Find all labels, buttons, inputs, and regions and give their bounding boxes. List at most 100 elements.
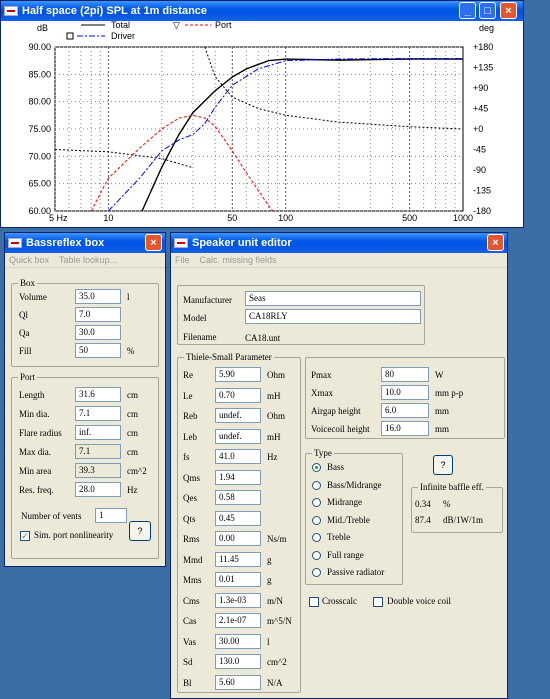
maximize-icon[interactable]: □ [479, 2, 496, 19]
qa-input[interactable]: 30.0 [75, 325, 121, 340]
fs-input[interactable]: 41.0 [215, 449, 261, 464]
box-group-title: Box [18, 278, 38, 288]
fill-input[interactable]: 50 [75, 343, 121, 358]
vas-input[interactable]: 30.00 [215, 633, 261, 649]
y-tick-label: 90.00 [28, 42, 51, 52]
type-radio-midrange[interactable] [312, 498, 321, 507]
manufacturer-label: Manufacturer [183, 295, 232, 305]
cas-input[interactable]: 2.1e-07 [215, 613, 261, 628]
model-input[interactable]: CA18RLY [245, 309, 421, 324]
type-label-bass-midrange: Bass/Midrange [327, 479, 382, 490]
le-input[interactable]: 0.70 [215, 387, 261, 403]
close-icon[interactable]: × [487, 234, 504, 251]
vas-label: Vas [183, 636, 196, 647]
bassreflex-titlebar[interactable]: Bassreflex box × [5, 233, 165, 253]
cms-input[interactable]: 1.3e-03 [215, 592, 261, 608]
speaker-help-button[interactable]: ? [433, 455, 453, 475]
type-label-passive-radiator: Passive radiator [327, 567, 385, 577]
rms-input[interactable]: 0.00 [215, 531, 261, 546]
speaker-title: Speaker unit editor [192, 237, 292, 249]
minimize-icon[interactable]: _ [459, 2, 476, 19]
type-label-mid-treble: Mid./Treble [327, 514, 370, 525]
airgap-height-input[interactable]: 6.0 [381, 403, 429, 418]
menu-file[interactable]: File [175, 255, 190, 265]
close-icon[interactable]: × [145, 234, 162, 251]
type-radio-passive-radiator[interactable] [312, 568, 321, 577]
min-dia-input[interactable]: 7.1 [75, 406, 121, 421]
fill-label: Fill [19, 346, 32, 356]
res-freq-input[interactable]: 28.0 [75, 482, 121, 497]
type-radio-treble[interactable] [312, 533, 321, 542]
length-input[interactable]: 31.6 [75, 387, 121, 402]
ql-input[interactable]: 7.0 [75, 307, 121, 322]
model-label: Model [183, 313, 207, 323]
qms-input[interactable]: 1.94 [215, 469, 261, 485]
min-area-input[interactable]: 39.3 [75, 463, 121, 478]
y2-tick-label: +180 [473, 42, 493, 52]
cas-unit: m^5/N [267, 616, 292, 626]
mmd-input[interactable]: 11.45 [215, 551, 261, 567]
app-icon [8, 238, 22, 248]
mmd-label: Mmd [183, 554, 203, 565]
re-label: Re [183, 370, 193, 380]
right-unit-label: deg [479, 23, 494, 33]
min-area-label: Min area [19, 466, 52, 476]
baffle-group-title: Infinite baffle eff. [418, 482, 486, 492]
y-tick-label: 65.00 [28, 179, 51, 189]
pmax-label: Pmax [311, 370, 332, 380]
legend-driver-label: Driver [111, 31, 135, 41]
qes-input[interactable]: 0.58 [215, 490, 261, 505]
voicecoil-height-label: Voicecoil height [311, 424, 370, 434]
type-radio-mid-treble[interactable] [312, 515, 321, 525]
menu-calc-missing[interactable]: Calc. missing fields [200, 255, 277, 265]
fs-label: fs [183, 452, 190, 462]
le-unit: mH [267, 390, 281, 401]
chart-titlebar[interactable]: Half space (2pi) SPL at 1m distance _ □ … [1, 1, 523, 21]
sd-input[interactable]: 130.0 [215, 654, 261, 669]
sd-label: Sd [183, 657, 193, 667]
fs-unit: Hz [267, 452, 278, 462]
fill-unit: % [127, 346, 135, 356]
min-area-unit: cm^2 [127, 466, 147, 476]
left-unit-label: dB [37, 23, 48, 33]
speaker-menubar: File Calc. missing fields [171, 253, 507, 268]
max-dia-label: Max dia. [19, 447, 51, 457]
mms-input[interactable]: 0.01 [215, 572, 261, 587]
type-radio-bass[interactable] [312, 463, 321, 472]
re-input[interactable]: 5.90 [215, 367, 261, 382]
help-button[interactable]: ? [129, 521, 151, 541]
bl-input[interactable]: 5.60 [215, 674, 261, 690]
menu-table-lookup[interactable]: Table lookup... [59, 255, 117, 265]
flare-radius-input[interactable]: inf. [75, 425, 121, 440]
min-dia-label: Min dia. [19, 409, 50, 419]
reb-input[interactable]: undef. [215, 408, 261, 423]
y2-tick-label: -45 [473, 145, 486, 155]
vas-unit: l [267, 636, 270, 647]
vents-label: Number of vents [21, 511, 82, 521]
pmax-input[interactable]: 80 [381, 367, 429, 382]
legend-driver-marker [66, 32, 74, 40]
baffle-group: Infinite baffle eff. [411, 482, 503, 533]
close-icon[interactable]: × [500, 2, 517, 19]
nonlinearity-checkbox[interactable]: ✓ [20, 531, 30, 541]
type-radio-full-range[interactable] [312, 550, 321, 560]
qms-label: Qms [183, 472, 201, 483]
crosscalc-checkbox[interactable] [309, 597, 319, 607]
menu-quick-box[interactable]: Quick box [9, 255, 49, 265]
speaker-titlebar[interactable]: Speaker unit editor × [171, 233, 507, 253]
max-dia-input[interactable]: 7.1 [75, 444, 121, 459]
y-tick-label: 70.00 [28, 151, 51, 161]
qts-input[interactable]: 0.45 [215, 510, 261, 526]
xmax-input[interactable]: 10.0 [381, 385, 429, 400]
type-radio-bass-midrange[interactable] [312, 480, 321, 490]
x-tick-label: 5 Hz [49, 213, 68, 223]
leb-input[interactable]: undef. [215, 428, 261, 444]
reb-unit: Ohm [267, 411, 285, 421]
double-vc-checkbox[interactable] [373, 597, 383, 607]
volume-input[interactable]: 35.0 [75, 289, 121, 304]
flare-radius-unit: cm [127, 428, 138, 438]
voicecoil-height-input[interactable]: 16.0 [381, 421, 429, 436]
vents-input[interactable]: 1 [95, 508, 127, 523]
y-tick-label: 85.00 [28, 69, 51, 79]
manufacturer-input[interactable]: Seas [245, 291, 421, 306]
